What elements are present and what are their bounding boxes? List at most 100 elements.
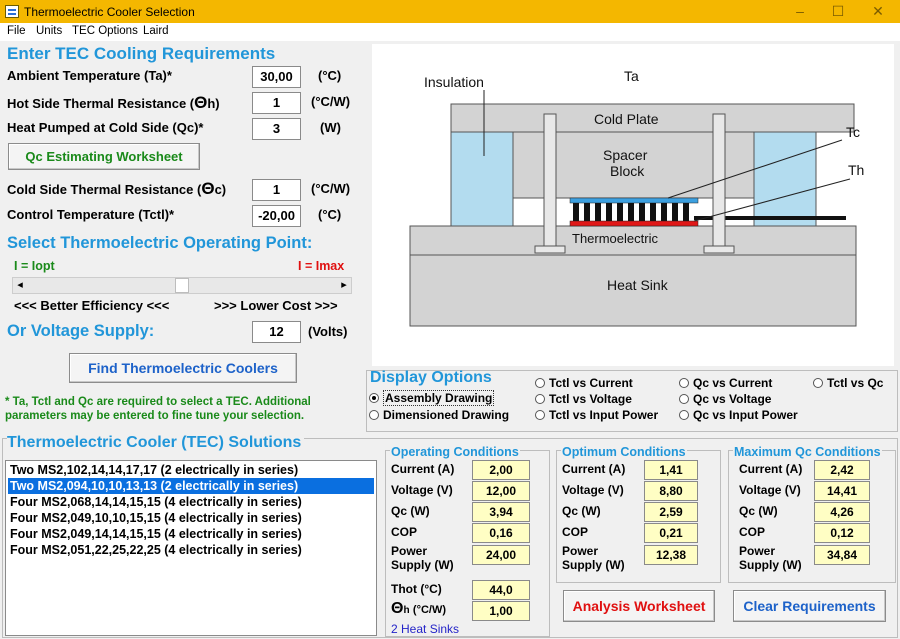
tec-elements (573, 203, 689, 221)
list-item-selected[interactable]: Two MS2,094,10,10,13,13 (2 electrically … (8, 478, 374, 494)
optimum-conditions-heading: Optimum Conditions (561, 445, 687, 459)
opt-qc-label: Qc (W) (562, 504, 601, 518)
max-qc-label: Qc (W) (739, 504, 778, 518)
hot-resistance-unit: (°C/W) (311, 94, 351, 109)
radio-qc-vs-voltage[interactable] (679, 394, 689, 404)
op-power-label-2: Supply (W) (391, 558, 454, 572)
slider-thumb[interactable] (175, 278, 189, 293)
qc-vs-current-label[interactable]: Qc vs Current (693, 376, 772, 390)
heat-sinks-text: 2 Heat Sinks (391, 622, 460, 636)
voltage-supply-input[interactable]: 12 (252, 321, 301, 343)
op-voltage-label: Voltage (V) (391, 483, 453, 497)
qc-vs-input-power-label[interactable]: Qc vs Input Power (693, 408, 798, 422)
op-current-value: 2,00 (472, 460, 530, 480)
qc-vs-voltage-label[interactable]: Qc vs Voltage (693, 392, 771, 406)
cold-resistance-input[interactable]: 1 (252, 179, 301, 201)
opt-voltage-label: Voltage (V) (562, 483, 624, 497)
opt-voltage-value: 8,80 (644, 481, 698, 501)
menu-file[interactable]: File (7, 25, 26, 37)
tctl-vs-input-power-label[interactable]: Tctl vs Input Power (549, 408, 658, 422)
dimensioned-drawing-label[interactable]: Dimensioned Drawing (383, 408, 509, 422)
insulation-left-shape (450, 131, 514, 227)
radio-tctl-vs-voltage[interactable] (535, 394, 545, 404)
cold-resistance-label: Cold Side Thermal Resistance (Θc) (7, 179, 227, 198)
opt-power-value: 12,38 (644, 545, 698, 565)
voltage-unit: (Volts) (308, 324, 348, 339)
assembly-drawing-label[interactable]: Assembly Drawing (383, 390, 495, 406)
find-thermoelectric-coolers-button[interactable]: Find Thermoelectric Coolers (69, 353, 297, 383)
op-power-label: Power (391, 544, 428, 558)
list-item[interactable]: Four MS2,068,14,14,15,15 (4 electrically… (8, 494, 374, 510)
radio-tctl-vs-qc[interactable] (813, 378, 823, 388)
lower-cost-label: >>> Lower Cost >>> (214, 298, 338, 313)
screw-left-head (534, 245, 566, 254)
op-power-value: 24,00 (472, 545, 530, 565)
list-item[interactable]: Four MS2,051,22,25,22,25 (4 electrically… (8, 542, 374, 558)
voltage-supply-heading: Or Voltage Supply: (7, 322, 155, 340)
app-icon (5, 5, 19, 18)
qc-input[interactable]: 3 (252, 118, 301, 140)
th-text: Th (848, 162, 864, 178)
max-current-value: 2,42 (814, 460, 870, 480)
minimize-button[interactable]: – (780, 2, 820, 22)
op-voltage-value: 12,00 (472, 481, 530, 501)
insulation-right-shape (753, 131, 817, 227)
max-qc-value: 4,26 (814, 502, 870, 522)
imax-label: I = Imax (298, 259, 345, 273)
hot-resistance-label: Hot Side Thermal Resistance (Θh) (7, 93, 220, 112)
op-current-label: Current (A) (391, 462, 455, 476)
radio-dimensioned-drawing[interactable] (369, 410, 379, 420)
operating-point-slider[interactable]: ◂ ▸ (12, 277, 352, 294)
thot-label: Thot (°C) (391, 582, 442, 596)
ta-text: Ta (624, 68, 639, 84)
tctl-vs-qc-label[interactable]: Tctl vs Qc (827, 376, 883, 390)
opt-current-label: Current (A) (562, 462, 626, 476)
radio-qc-vs-input-power[interactable] (679, 410, 689, 420)
list-item[interactable]: Two MS2,102,14,14,17,17 (2 electrically … (8, 462, 374, 478)
menu-units[interactable]: Units (36, 25, 62, 37)
screw-right-head (703, 245, 735, 254)
opt-power-label-2: Supply (W) (562, 558, 625, 572)
radio-assembly-drawing[interactable] (369, 393, 379, 403)
max-current-label: Current (A) (739, 462, 803, 476)
list-item[interactable]: Four MS2,049,10,10,15,15 (4 electrically… (8, 510, 374, 526)
opt-cop-label: COP (562, 525, 589, 539)
close-button[interactable]: ✕ (858, 2, 898, 22)
cold-resistance-unit: (°C/W) (311, 181, 351, 196)
control-temperature-unit: (°C) (318, 207, 342, 222)
insulation-text: Insulation (424, 74, 484, 90)
scroll-left-arrow-icon[interactable]: ◂ (13, 278, 27, 293)
op-qc-value: 3,94 (472, 502, 530, 522)
qc-estimating-worksheet-button[interactable]: Qc Estimating Worksheet (8, 143, 200, 170)
tec-top-plate (569, 197, 699, 204)
better-efficiency-label: <<< Better Efficiency <<< (14, 298, 170, 313)
tctl-vs-voltage-label[interactable]: Tctl vs Voltage (549, 392, 632, 406)
solutions-heading: Thermoelectric Cooler (TEC) Solutions (7, 434, 305, 452)
ambient-label: Ambient Temperature (Ta)* (7, 68, 172, 83)
radio-qc-vs-current[interactable] (679, 378, 689, 388)
solutions-list[interactable]: Two MS2,102,14,14,17,17 (2 electrically … (5, 460, 377, 636)
max-cop-value: 0,12 (814, 523, 870, 543)
assembly-drawing: Insulation Ta Cold Plate Spacer Block Tc… (372, 44, 894, 366)
ambient-temperature-input[interactable]: 30,00 (252, 66, 301, 88)
list-item[interactable]: Four MS2,049,14,14,15,15 (4 electrically… (8, 526, 374, 542)
radio-tctl-vs-current[interactable] (535, 378, 545, 388)
maximize-button[interactable]: ☐ (818, 2, 858, 22)
menu-tec-options[interactable]: TEC Options (72, 25, 138, 37)
menu-laird[interactable]: Laird (143, 25, 169, 37)
tctl-vs-current-label[interactable]: Tctl vs Current (549, 376, 633, 390)
thermoelectric-text: Thermoelectric (572, 231, 658, 246)
ambient-unit: (°C) (318, 68, 342, 83)
hot-resistance-input[interactable]: 1 (252, 92, 301, 114)
radio-tctl-vs-input-power[interactable] (535, 410, 545, 420)
iopt-label: I = Iopt (14, 259, 55, 273)
scroll-right-arrow-icon[interactable]: ▸ (337, 278, 351, 293)
tc-text: Tc (846, 124, 860, 140)
maximum-conditions-heading: Maximum Qc Conditions (733, 445, 882, 459)
qc-unit: (W) (320, 120, 341, 135)
clear-requirements-button[interactable]: Clear Requirements (733, 590, 886, 622)
max-power-label: Power (739, 544, 776, 558)
analysis-worksheet-button[interactable]: Analysis Worksheet (563, 590, 715, 622)
heat-sink-text: Heat Sink (607, 277, 669, 293)
control-temperature-input[interactable]: -20,00 (252, 205, 301, 227)
